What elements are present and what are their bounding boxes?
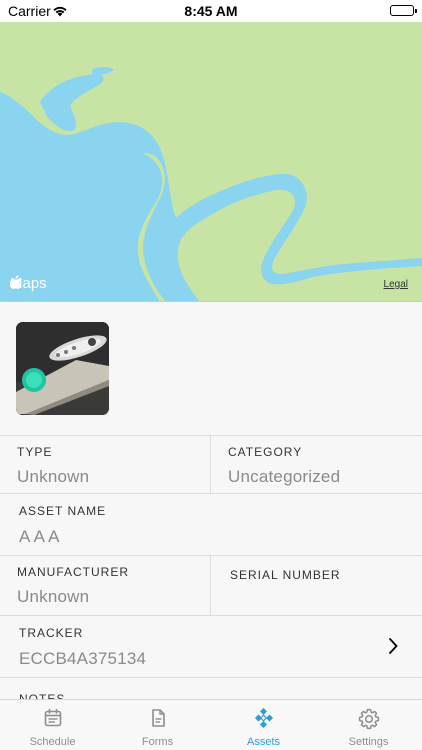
- type-category-row: TYPE Unknown CATEGORY Uncategorized: [0, 435, 422, 493]
- manufacturer-value: Unknown: [17, 587, 90, 606]
- tab-bar: Schedule Forms Assets Settings: [0, 699, 422, 750]
- apple-logo-icon: [10, 275, 22, 289]
- tab-forms-label: Forms: [141, 736, 174, 748]
- serial-number-field[interactable]: SERIAL NUMBER: [210, 556, 422, 615]
- tab-settings[interactable]: Settings: [316, 700, 421, 750]
- legal-link[interactable]: Legal: [384, 279, 408, 290]
- status-bar: Carrier 8:45 AM: [0, 0, 422, 22]
- category-value: Uncategorized: [228, 467, 341, 486]
- asset-location-map[interactable]: Maps Legal: [0, 22, 422, 302]
- apple-maps-logo: Maps: [10, 275, 47, 292]
- status-time: 8:45 AM: [184, 3, 238, 19]
- tracker-row[interactable]: TRACKER ECCB4A375134: [0, 615, 422, 677]
- asset-photo-image: [16, 322, 109, 415]
- type-field[interactable]: TYPE Unknown: [0, 436, 211, 493]
- tab-forms[interactable]: Forms: [105, 700, 210, 750]
- tracker-value: ECCB4A375134: [19, 649, 147, 668]
- tab-settings-label: Settings: [348, 736, 389, 748]
- asset-name-row[interactable]: ASSET NAME A A A: [0, 493, 422, 555]
- tab-schedule-label: Schedule: [29, 736, 76, 748]
- chevron-right-icon: [388, 638, 398, 659]
- category-label: CATEGORY: [228, 445, 303, 459]
- gear-icon: [316, 708, 421, 730]
- calendar-icon: [0, 708, 105, 728]
- type-label: TYPE: [17, 445, 53, 459]
- asset-name-value: A A A: [19, 527, 60, 546]
- tab-assets-label: Assets: [246, 736, 280, 748]
- map-water: [0, 22, 422, 301]
- category-field[interactable]: CATEGORY Uncategorized: [210, 436, 422, 493]
- serial-number-label: SERIAL NUMBER: [230, 568, 341, 582]
- battery-icon: [390, 5, 417, 16]
- manufacturer-label: MANUFACTURER: [17, 565, 130, 579]
- type-value: Unknown: [17, 467, 90, 486]
- asset-photo[interactable]: [16, 322, 109, 415]
- assets-icon: [211, 708, 316, 728]
- tab-schedule[interactable]: Schedule: [0, 700, 105, 750]
- manufacturer-serial-row: MANUFACTURER Unknown SERIAL NUMBER: [0, 555, 422, 615]
- asset-name-label: ASSET NAME: [19, 504, 107, 518]
- tracker-label: TRACKER: [19, 626, 84, 640]
- manufacturer-field[interactable]: MANUFACTURER Unknown: [0, 556, 211, 615]
- tab-assets[interactable]: Assets: [211, 700, 316, 750]
- asset-details: TYPE Unknown CATEGORY Uncategorized ASSE…: [0, 302, 422, 707]
- document-icon: [105, 708, 210, 728]
